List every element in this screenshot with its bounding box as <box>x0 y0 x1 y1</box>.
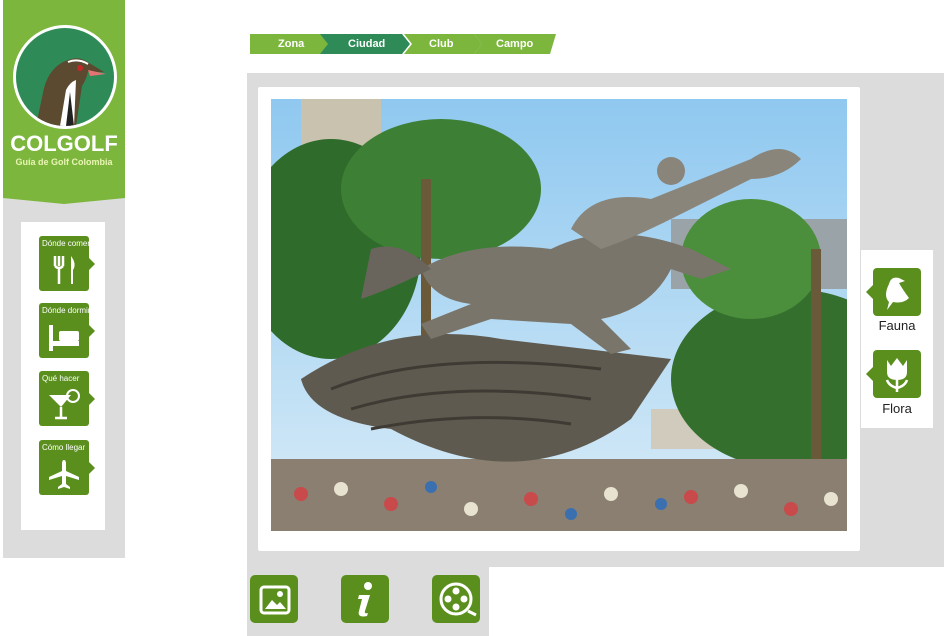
logo-emblem <box>13 25 117 129</box>
logo-title: COLGOLF <box>10 131 118 156</box>
fauna-button[interactable] <box>866 268 921 316</box>
breadcrumb-label: Ciudad <box>348 38 386 50</box>
sidebar-item-que-hacer[interactable]: Qué hacer <box>39 371 95 426</box>
airplane-icon <box>49 460 79 489</box>
sidebar-item-label: Dónde comer <box>42 239 91 248</box>
bird-logo-icon <box>16 28 114 126</box>
gallery-button[interactable] <box>250 575 298 623</box>
breadcrumb-item-ciudad[interactable]: Ciudad <box>320 34 410 54</box>
flora-button[interactable] <box>866 350 921 398</box>
gallery-icon <box>259 585 291 615</box>
video-button[interactable] <box>432 575 480 623</box>
breadcrumb-label: Club <box>429 38 454 50</box>
logo-banner[interactable]: COLGOLF Guía de Golf Colombia <box>3 0 125 204</box>
tulip-icon <box>885 358 909 392</box>
logo-subtitle: Guía de Golf Colombia <box>15 157 113 167</box>
breadcrumb-label: Zona <box>278 38 305 50</box>
sidebar-item-label: Cómo llegar <box>42 443 86 452</box>
breadcrumb-item-zona[interactable]: Zona <box>250 34 330 54</box>
breadcrumb-label: Campo <box>496 38 534 50</box>
bed-icon <box>49 325 79 351</box>
sidebar-item-donde-comer[interactable]: Dónde comer <box>39 236 95 291</box>
info-icon <box>358 582 372 617</box>
sidebar-item-label: Qué hacer <box>42 374 80 383</box>
fork-knife-icon <box>53 256 75 284</box>
flora-label: Flora <box>882 401 912 416</box>
breadcrumb-item-campo[interactable]: Campo <box>474 34 556 54</box>
breadcrumb-item-club[interactable]: Club <box>404 34 482 54</box>
city-sculpture-photo <box>271 99 847 531</box>
sidebar-item-como-llegar[interactable]: Cómo llegar <box>39 440 95 495</box>
info-button[interactable] <box>341 575 389 623</box>
video-reel-icon <box>439 582 477 617</box>
sidebar-item-donde-dormir[interactable]: Dónde dormir <box>39 303 95 358</box>
fauna-label: Fauna <box>878 318 916 333</box>
sidebar-item-label: Dónde dormir <box>42 306 91 315</box>
cocktail-icon <box>49 389 80 420</box>
bird-icon <box>886 277 909 310</box>
